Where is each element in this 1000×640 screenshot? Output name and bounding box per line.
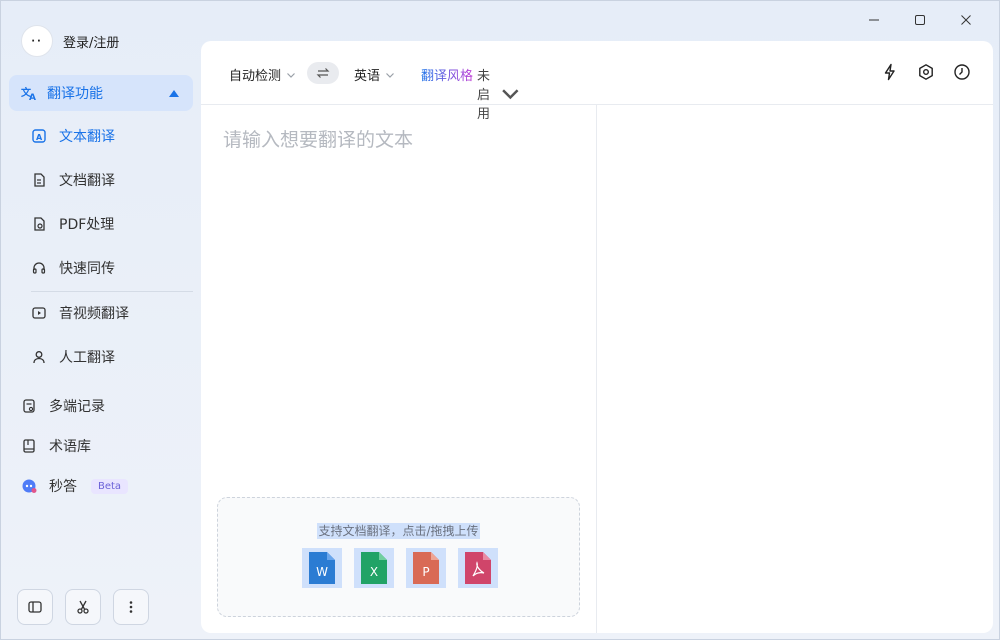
history-button[interactable]: [953, 63, 971, 81]
ppt-letter: P: [422, 565, 429, 579]
file-type-icons: W X P: [302, 548, 498, 588]
screenshot-button[interactable]: [65, 589, 101, 625]
sidebar-item-human-translate[interactable]: 人工翻译: [31, 342, 191, 372]
chevron-down-icon: [386, 72, 394, 78]
minimize-button[interactable]: [851, 9, 897, 31]
translate-icon: 文A: [21, 85, 37, 101]
sidebar-item-label: PDF处理: [59, 217, 115, 233]
chevron-down-icon: [287, 72, 295, 78]
document-upload-dropzone[interactable]: 支持文档翻译，点击/拖拽上传 W X P: [217, 497, 580, 617]
document-icon: [31, 172, 47, 188]
target-language-value: 英语: [354, 69, 381, 84]
sidebar-item-pdf[interactable]: PDF处理: [31, 209, 191, 239]
more-button[interactable]: [113, 589, 149, 625]
scissors-icon: [77, 600, 89, 614]
target-language-select[interactable]: 英语: [354, 65, 395, 84]
instant-translate-button[interactable]: [881, 63, 899, 81]
settings-icon: [919, 64, 933, 80]
close-button[interactable]: [943, 9, 989, 31]
sidebar-item-label: 文本翻译: [59, 129, 115, 145]
word-letter: W: [316, 565, 328, 579]
sidebar-item-label: 人工翻译: [59, 350, 115, 366]
video-icon: [31, 305, 47, 321]
sidebar-bottom-tools: [17, 589, 149, 625]
sidebar-item-glossary[interactable]: 术语库: [21, 431, 191, 461]
beta-badge: Beta: [91, 478, 129, 494]
translate-toolbar: 自动检测 英语 翻译风格 未启用: [201, 41, 993, 122]
dropzone-hint-wrap: 支持文档翻译，点击/拖拽上传: [218, 522, 579, 539]
sidebar-item-label: 多端记录: [49, 399, 105, 415]
word-file-icon: W: [302, 548, 342, 588]
pdf-icon: [31, 216, 47, 232]
sidebar-item-label: 秒答: [49, 479, 77, 495]
clock-icon: [954, 64, 970, 80]
sidebar-item-quick-answer[interactable]: 秒答 Beta: [21, 471, 191, 501]
headset-icon: [31, 260, 47, 276]
minimize-icon: [869, 19, 879, 21]
translation-style-label: 翻译风格: [421, 65, 473, 84]
nav-group-label: 翻译功能: [47, 86, 103, 102]
excel-letter: X: [370, 565, 378, 579]
window-controls: [851, 9, 989, 31]
sidebar-item-text-translate[interactable]: A 文本翻译: [31, 121, 191, 151]
sidebar-divider: [31, 291, 193, 292]
ppt-file-icon: P: [406, 548, 446, 588]
close-icon: [961, 15, 971, 25]
avatar[interactable]: ··: [21, 25, 53, 57]
settings-button[interactable]: [917, 63, 935, 81]
sidebar-item-av-translate[interactable]: 音视频翻译: [31, 298, 191, 328]
book-icon: [21, 438, 37, 454]
source-language-select[interactable]: 自动检测: [229, 65, 296, 84]
chevron-down-icon: [502, 89, 519, 100]
sidebar-toggle-icon: [28, 601, 42, 613]
sidebar-item-label: 术语库: [49, 439, 91, 455]
login-label[interactable]: 登录/注册: [63, 32, 119, 51]
sidebar-item-document-translate[interactable]: 文档翻译: [31, 165, 191, 195]
source-text-input[interactable]: [223, 125, 573, 485]
maximize-icon: [915, 15, 925, 25]
records-icon: [21, 398, 37, 414]
nav-group-translate[interactable]: 文A 翻译功能: [9, 75, 193, 111]
person-icon: [31, 349, 47, 365]
translate-panel: 自动检测 英语 翻译风格 未启用 请输入想要翻译的文本 支持文档翻译，点击/拖拽…: [201, 41, 993, 633]
lightning-icon: [884, 63, 895, 81]
sidebar-item-simultaneous[interactable]: 快速同传: [31, 253, 191, 283]
sidebar: ·· 登录/注册 文A 翻译功能 A 文本翻译 文档翻译 PDF处理 快速同传 …: [1, 1, 199, 640]
dropzone-hint: 支持文档翻译，点击/拖拽上传: [317, 523, 480, 539]
app-window: ·· 登录/注册 文A 翻译功能 A 文本翻译 文档翻译 PDF处理 快速同传 …: [0, 0, 1000, 640]
swap-icon: [316, 68, 330, 78]
svg-text:A: A: [36, 133, 43, 142]
text-translate-icon: A: [31, 128, 47, 144]
translation-style-select[interactable]: 未启用: [477, 65, 521, 122]
pdf-file-icon: [458, 548, 498, 588]
toggle-sidebar-button[interactable]: [17, 589, 53, 625]
translation-output[interactable]: [597, 105, 993, 633]
translation-style-value: 未启用: [477, 69, 491, 122]
user-login[interactable]: ·· 登录/注册: [21, 25, 119, 57]
sidebar-item-label: 文档翻译: [59, 173, 115, 189]
sidebar-item-label: 音视频翻译: [59, 306, 129, 322]
excel-file-icon: X: [354, 548, 394, 588]
svg-text:A: A: [29, 93, 36, 101]
swap-languages-button[interactable]: [307, 62, 339, 84]
maximize-button[interactable]: [897, 9, 943, 31]
toolbar-actions: [881, 63, 971, 81]
ai-icon: [21, 478, 37, 494]
sidebar-item-label: 快速同传: [59, 261, 115, 277]
more-vertical-icon: [129, 601, 133, 613]
caret-up-icon[interactable]: [169, 89, 179, 97]
sidebar-item-records[interactable]: 多端记录: [21, 391, 191, 421]
source-language-value: 自动检测: [229, 69, 282, 84]
